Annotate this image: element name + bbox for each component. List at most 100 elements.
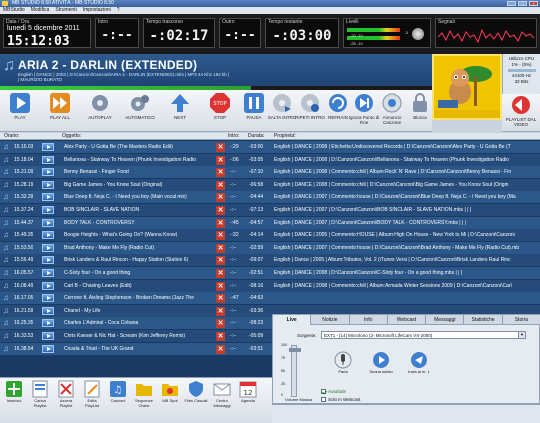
automatico-button[interactable]: AUTOMATICO xyxy=(122,92,158,130)
row-play-icon[interactable] xyxy=(42,306,54,315)
suona-subito-button[interactable]: Suona subito xyxy=(367,351,395,374)
tab-live[interactable]: Live xyxy=(273,315,312,325)
tab-webcast[interactable]: Webcast xyxy=(387,315,427,325)
menu-help[interactable]: ? xyxy=(117,7,120,14)
play-button[interactable]: PLAY xyxy=(2,92,38,130)
remove-icon[interactable]: ✕ xyxy=(216,206,225,215)
table-row[interactable]: ♫ 15.37.24 BOB SINCLAIR - SLAVE NATION ✕ -:-… xyxy=(0,204,540,216)
stop-button[interactable]: STOP STOP xyxy=(202,92,238,130)
row-play-icon[interactable] xyxy=(42,281,54,290)
row-play-icon[interactable] xyxy=(42,218,54,227)
col-duration[interactable]: Durata: xyxy=(248,133,264,140)
row-play-icon[interactable] xyxy=(42,294,54,303)
menu-impostazioni[interactable]: Impostazioni xyxy=(83,7,111,14)
sequenze-orarie-button[interactable]: Sequenze Orarie xyxy=(132,380,156,408)
title-bar: MB STUDIO 8.50 ATIVITÀ - MB STUDIO 8.50 … xyxy=(0,0,540,7)
menu-mbstudio[interactable]: MBStudio xyxy=(3,7,25,14)
remove-icon[interactable]: ✕ xyxy=(216,231,225,241)
tab-info[interactable]: Info xyxy=(349,315,388,325)
carica-playlist-button[interactable]: Carica Playlist xyxy=(28,380,52,408)
volume-thumb[interactable] xyxy=(289,348,301,352)
table-row[interactable]: ♫ 15.49.35 Boogie Heights - What's Going O… xyxy=(0,229,540,242)
music-volume-slider[interactable] xyxy=(289,345,301,397)
table-row[interactable]: ♫ 16.17.05 Cerrone ft. Aisling Stephenson … xyxy=(0,292,540,305)
close-button[interactable]: × xyxy=(529,1,538,6)
blocca-button[interactable]: Blocca xyxy=(402,92,438,130)
inserisci-button[interactable]: Inserisci xyxy=(2,380,26,404)
remove-icon[interactable]: ✕ xyxy=(216,218,225,228)
mb-spot-button[interactable]: MB Spot xyxy=(158,380,182,404)
menu-modifica[interactable]: Modifica xyxy=(31,7,50,14)
table-row[interactable]: ♫ 15.32.39 Blue Deep ft. Neja C. - I Need … xyxy=(0,191,540,204)
remove-icon[interactable]: ✕ xyxy=(216,344,225,354)
col-object[interactable]: Oggetto: xyxy=(62,133,81,140)
remove-icon[interactable]: ✕ xyxy=(216,294,225,304)
remove-icon[interactable]: ✕ xyxy=(216,256,225,266)
tab-statistiche[interactable]: Statistiche xyxy=(464,315,503,325)
table-row[interactable]: ♫ 15.21.09 Benny Benassi - Finger Food ✕ -:-… xyxy=(0,166,540,179)
azzera-playlist-button[interactable]: Azzera Playlist xyxy=(54,380,78,408)
level-knob[interactable] xyxy=(412,28,424,40)
play-all-button[interactable]: PLAY ALL xyxy=(42,92,78,130)
remove-icon[interactable]: ✕ xyxy=(216,306,225,316)
remove-icon[interactable]: ✕ xyxy=(216,332,225,341)
col-props[interactable]: Proprieta': xyxy=(274,133,297,140)
vol-mark-100: 100 xyxy=(281,343,287,347)
canzoni-button[interactable]: ♫ Canzoni xyxy=(106,380,130,404)
table-row[interactable]: ♫ 16.05.57 C-Sixty four - On a good thing ✕… xyxy=(0,267,540,279)
col-intro[interactable]: Intro: xyxy=(228,133,239,140)
row-duration: -08:23 xyxy=(249,320,264,327)
files-casuali-button[interactable]: Files Casuali xyxy=(184,380,208,404)
table-row[interactable]: ♫ 15.18.04 Bellanova - Stairway To Heaven … xyxy=(0,153,540,166)
playlist-video-button[interactable]: PLAYLIST DAL VIDEO xyxy=(503,94,539,132)
menu-strumenti[interactable]: Strumenti xyxy=(55,7,76,14)
col-time[interactable]: Orario: xyxy=(4,133,19,140)
row-play-icon[interactable] xyxy=(42,143,54,151)
row-play-icon[interactable] xyxy=(42,168,54,177)
row-play-icon[interactable] xyxy=(42,332,54,340)
row-play-icon[interactable] xyxy=(42,256,54,265)
remove-icon[interactable]: ✕ xyxy=(216,180,225,190)
source-label: Sorgente: xyxy=(297,333,317,338)
edita-playlist-button[interactable]: Edita PlayList xyxy=(80,380,104,408)
autoplay-button[interactable]: AUTOPLAY xyxy=(82,92,118,130)
tab-storia[interactable]: Storia xyxy=(502,315,540,325)
table-row[interactable]: ♫ 16.08.49 Carl B - Chasing Leaves (Edit) ✕… xyxy=(0,279,540,292)
remove-icon[interactable]: ✕ xyxy=(216,193,225,203)
table-row[interactable]: ♫ 15.44.37 BODY TALK - CONTROVERSY ✕ -:45 -04… xyxy=(0,216,540,229)
tab-messaggi[interactable]: Messaggi xyxy=(426,315,465,325)
remove-icon[interactable]: ✕ xyxy=(216,143,225,152)
remove-icon[interactable]: ✕ xyxy=(216,319,225,329)
row-play-icon[interactable] xyxy=(42,344,54,353)
autofade-checkbox[interactable]: Autofade xyxy=(321,389,346,395)
solo-webcast-checkbox[interactable]: Solo in Webcast xyxy=(321,397,360,403)
tab-notizie[interactable]: Notizie xyxy=(311,315,350,325)
row-play-icon[interactable] xyxy=(42,193,54,202)
remove-icon[interactable]: ✕ xyxy=(216,269,225,278)
row-play-icon[interactable] xyxy=(42,269,54,277)
minimize-button[interactable]: _ xyxy=(507,1,516,6)
table-row[interactable]: ♫ 15.28.19 Big Game James - You Know Soul … xyxy=(0,178,540,191)
row-play-icon[interactable] xyxy=(42,319,54,328)
row-play-icon[interactable] xyxy=(42,243,54,252)
row-play-icon[interactable] xyxy=(42,155,54,164)
table-row[interactable]: ♫ 15.56.49 Brisk Landers & Raul Rincon - H… xyxy=(0,254,540,267)
table-row[interactable]: ♫ 15.53.50 Brad Anthony - Make Me Fly (Rad… xyxy=(0,241,540,254)
remove-icon[interactable]: ✕ xyxy=(216,243,225,253)
row-play-icon[interactable] xyxy=(42,180,54,189)
parla-button[interactable]: Parla xyxy=(329,351,357,374)
centro-messaggi-button[interactable]: Centro Messaggi xyxy=(210,380,234,408)
table-row[interactable]: ♫ 15.15.03 Alex Party - U Gotta Be (The Ma… xyxy=(0,141,540,153)
remove-icon[interactable]: ✕ xyxy=(216,155,225,165)
agenda-button[interactable]: 12 Agenda xyxy=(236,380,260,404)
invia-button[interactable]: Invia al m. 1 xyxy=(405,351,433,374)
row-play-icon[interactable] xyxy=(42,231,54,240)
next-button[interactable]: NEXT xyxy=(162,92,198,130)
row-play-icon[interactable] xyxy=(42,206,54,214)
remove-icon[interactable]: ✕ xyxy=(216,281,225,291)
source-select[interactable]: EXT1 - [14] Microfono (2- Microsoft Life… xyxy=(321,331,526,339)
signal-box: Segnali xyxy=(435,18,537,48)
remove-icon[interactable]: ✕ xyxy=(216,168,225,178)
bottom-toolbar: Inserisci Carica Playlist Azzera Playlis… xyxy=(0,377,272,423)
maximize-button[interactable]: □ xyxy=(518,1,527,6)
